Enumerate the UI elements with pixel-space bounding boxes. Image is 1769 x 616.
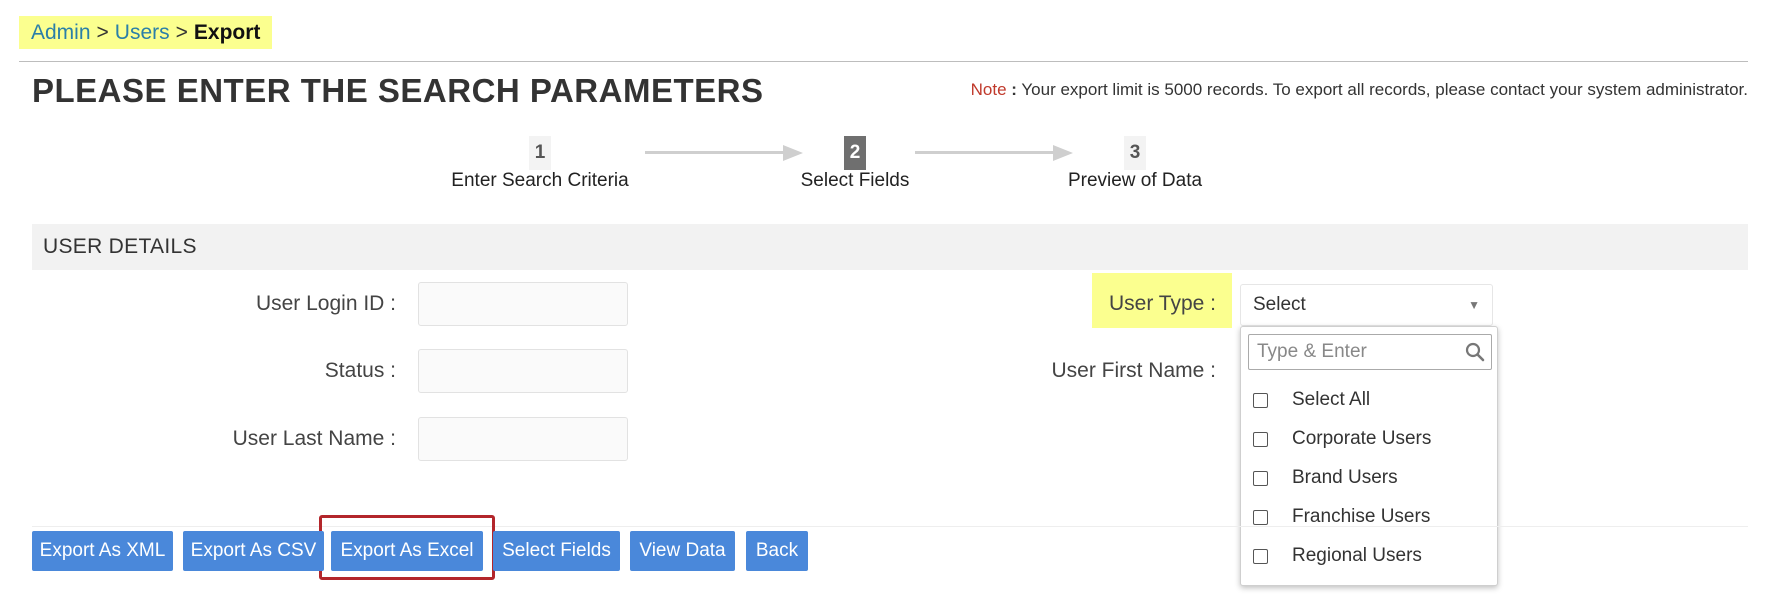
step-arrow-line xyxy=(915,151,1055,154)
dropdown-option-select-all[interactable]: Select All xyxy=(1253,389,1370,411)
breadcrumb-link-admin[interactable]: Admin xyxy=(31,21,91,45)
breadcrumb-separator: > xyxy=(96,20,109,44)
breadcrumb-current: Export xyxy=(193,20,261,44)
user-type-dropdown: Type & Enter Select All Corporate Users … xyxy=(1240,326,1498,586)
checkbox[interactable] xyxy=(1253,431,1268,447)
breadcrumb-link-users[interactable]: Users xyxy=(115,21,170,45)
export-xml-button[interactable]: Export As XML xyxy=(32,531,173,571)
export-limit-note: Note : Your export limit is 5000 records… xyxy=(971,80,1748,100)
breadcrumb: Admin > Users > Export xyxy=(19,16,273,49)
export-excel-button[interactable]: Export As Excel xyxy=(331,531,483,571)
header-divider xyxy=(19,61,1748,62)
dropdown-option-brand-users[interactable]: Brand Users xyxy=(1253,467,1398,489)
step-3-label: Preview of Data xyxy=(1067,170,1203,191)
user-login-id-input[interactable] xyxy=(418,282,628,326)
step-1-number: 1 xyxy=(529,136,551,170)
section-header-user-details: USER DETAILS xyxy=(32,224,1748,270)
dropdown-option-regional-users[interactable]: Regional Users xyxy=(1253,545,1422,567)
step-1-label: Enter Search Criteria xyxy=(451,170,629,191)
option-label: Corporate Users xyxy=(1292,428,1432,449)
note-colon: : xyxy=(1006,80,1017,99)
option-label: Brand Users xyxy=(1292,467,1398,488)
dropdown-search-placeholder: Type & Enter xyxy=(1257,341,1367,362)
export-csv-button[interactable]: Export As CSV xyxy=(183,531,324,571)
step-arrow-line xyxy=(645,151,785,154)
step-2: 2 Select Fields xyxy=(770,136,940,196)
step-1: 1 Enter Search Criteria xyxy=(440,136,640,196)
option-label: Select All xyxy=(1292,389,1371,410)
user-first-name-label: User First Name : xyxy=(1051,359,1216,382)
search-icon xyxy=(1465,342,1485,362)
user-last-name-input[interactable] xyxy=(418,417,628,461)
checkbox[interactable] xyxy=(1253,470,1268,486)
user-type-selected-value: Select xyxy=(1253,294,1306,315)
user-last-name-label: User Last Name : xyxy=(232,427,396,450)
checkbox[interactable] xyxy=(1253,548,1268,564)
form-divider xyxy=(32,526,1748,527)
dropdown-option-corporate-users[interactable]: Corporate Users xyxy=(1253,428,1431,450)
user-login-id-label: User Login ID : xyxy=(255,292,396,315)
back-button[interactable]: Back xyxy=(746,531,808,571)
step-3-number: 3 xyxy=(1124,136,1146,170)
option-label: Franchise Users xyxy=(1292,506,1431,527)
dropdown-option-franchise-users[interactable]: Franchise Users xyxy=(1253,506,1430,528)
note-text: Your export limit is 5000 records. To ex… xyxy=(1016,80,1748,99)
section-title: USER DETAILS xyxy=(43,235,197,258)
user-type-select[interactable]: Select ▼ xyxy=(1240,284,1493,326)
page-title: PLEASE ENTER THE SEARCH PARAMETERS xyxy=(32,72,764,109)
status-label: Status : xyxy=(324,359,396,382)
note-label: Note xyxy=(970,80,1007,99)
dropdown-search-input[interactable]: Type & Enter xyxy=(1248,334,1492,370)
step-2-label: Select Fields xyxy=(800,170,910,191)
step-3: 3 Preview of Data xyxy=(1040,136,1230,196)
checkbox[interactable] xyxy=(1253,509,1268,525)
user-type-label: User Type : xyxy=(1109,292,1216,315)
select-fields-button[interactable]: Select Fields xyxy=(493,531,620,571)
view-data-button[interactable]: View Data xyxy=(630,531,735,571)
option-label: Regional Users xyxy=(1292,545,1422,566)
breadcrumb-separator: > xyxy=(175,20,188,44)
checkbox[interactable] xyxy=(1253,392,1268,408)
chevron-down-icon: ▼ xyxy=(1468,298,1480,312)
status-input[interactable] xyxy=(418,349,628,393)
step-2-number: 2 xyxy=(844,136,866,170)
